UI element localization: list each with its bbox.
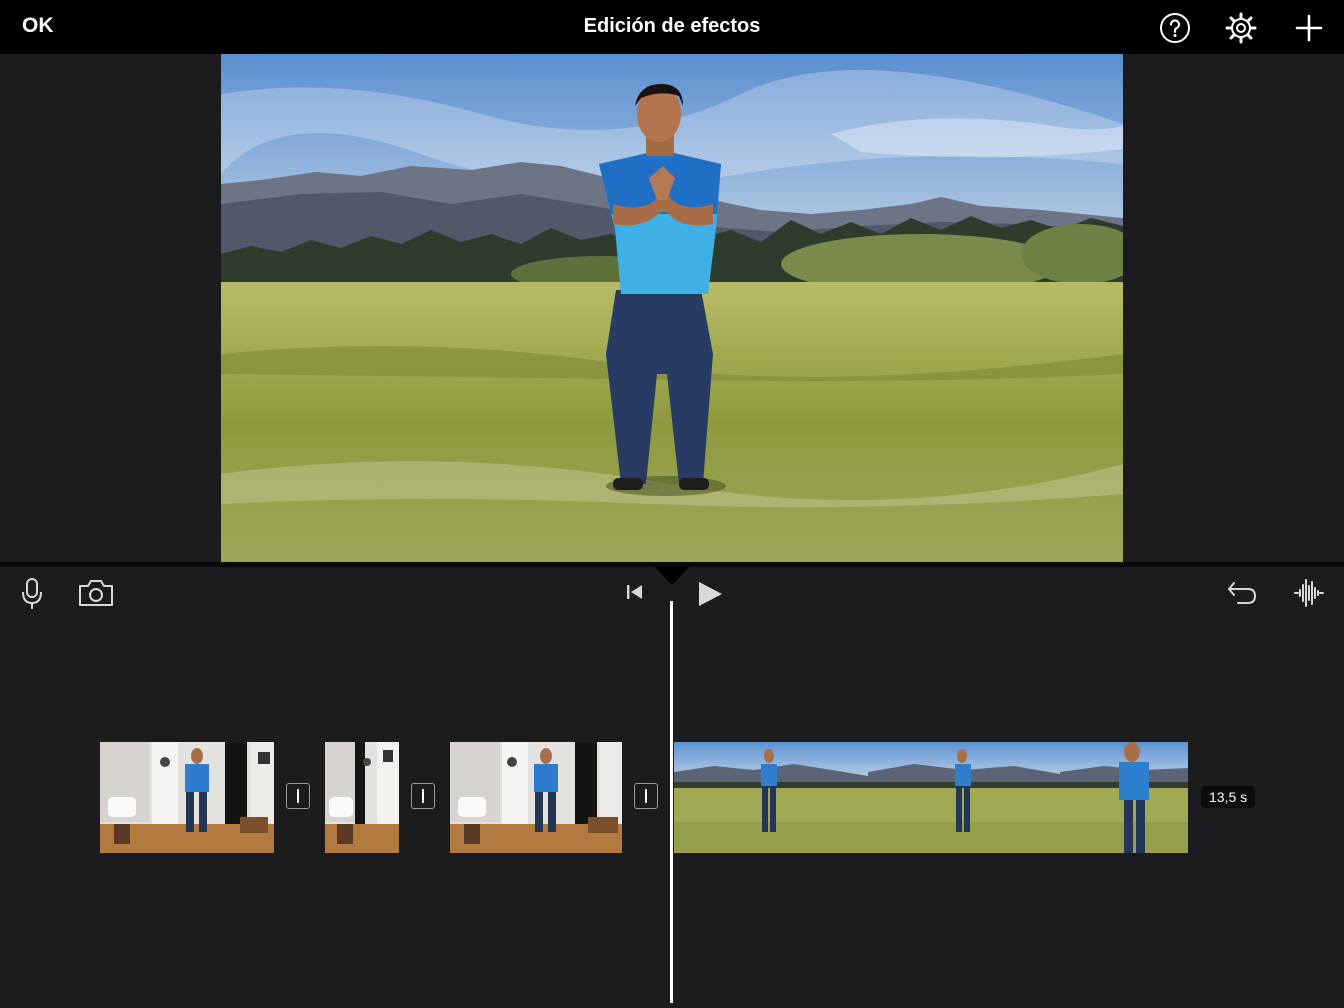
timeline-clip-2[interactable]: [325, 742, 399, 853]
help-icon[interactable]: [1159, 12, 1191, 44]
transition-button-2[interactable]: [411, 783, 435, 809]
indoor-room-thumbnail: [100, 742, 274, 853]
timeline-clip-3[interactable]: [450, 742, 622, 853]
clip-duration-badge: 13,5 s: [1201, 786, 1256, 808]
top-bar: OK Edición de efectos: [0, 0, 1344, 54]
audio-waveform-icon[interactable]: [1293, 577, 1325, 609]
timeline-clip-1[interactable]: [100, 742, 274, 853]
timeline-panel: 13,5 s: [0, 562, 1344, 1008]
camera-icon[interactable]: [78, 579, 114, 607]
playhead-marker: [655, 567, 689, 585]
indoor-room-thumbnail: [450, 742, 622, 853]
microphone-icon[interactable]: [20, 577, 44, 611]
play-icon[interactable]: [696, 579, 724, 609]
video-preview[interactable]: [221, 54, 1123, 562]
preview-area: [0, 54, 1344, 562]
settings-gear-icon[interactable]: [1225, 12, 1257, 44]
outdoor-meadow-thumbnail: [674, 742, 1188, 853]
playhead-line[interactable]: [670, 601, 673, 1003]
timeline-clip-4[interactable]: [674, 742, 1188, 853]
undo-icon[interactable]: [1226, 579, 1258, 607]
transition-button-1[interactable]: [286, 783, 310, 809]
indoor-room-thumbnail: [325, 742, 399, 853]
transition-button-3[interactable]: [634, 783, 658, 809]
page-title: Edición de efectos: [583, 15, 761, 37]
add-icon[interactable]: [1293, 12, 1325, 44]
meadow-scene-image: [221, 54, 1123, 562]
skip-to-start-icon[interactable]: [624, 581, 646, 603]
